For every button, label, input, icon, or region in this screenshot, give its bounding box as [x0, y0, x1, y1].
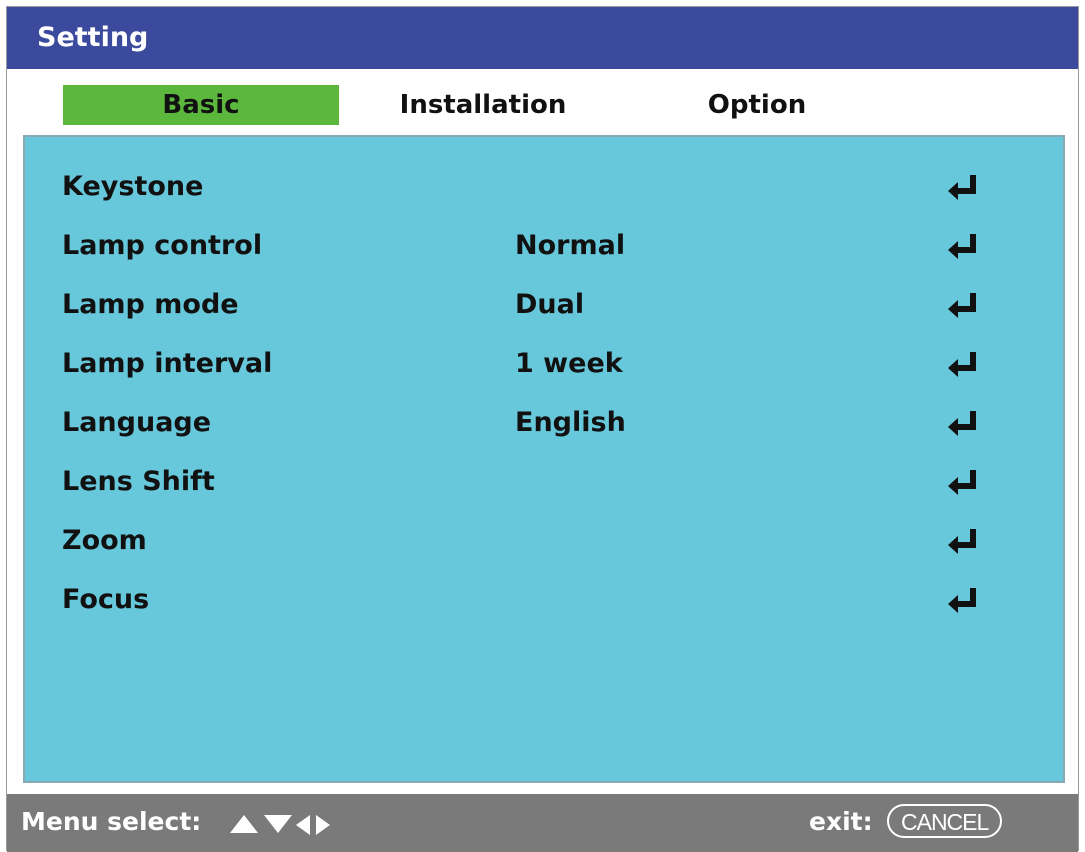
- cancel-button[interactable]: CANCEL: [887, 804, 1003, 838]
- footer-bar: Menu select: exit: CANCEL: [7, 794, 1078, 852]
- menu-item-value: 1 week: [515, 348, 623, 379]
- tab-basic[interactable]: Basic: [63, 85, 339, 125]
- menu-item-label: Language: [62, 407, 212, 438]
- menu-item-label: Lamp interval: [62, 348, 273, 379]
- menu-select-label: Menu select:: [21, 807, 202, 836]
- menu-item-lamp-control[interactable]: Lamp control Normal: [25, 218, 1063, 277]
- menu-item-label: Lens Shift: [62, 466, 215, 497]
- navigation-arrows: [230, 815, 330, 835]
- menu-item-keystone[interactable]: Keystone: [25, 159, 1063, 218]
- menu-item-language[interactable]: Language English: [25, 395, 1063, 454]
- enter-return-icon[interactable]: [945, 230, 981, 264]
- settings-window: Setting Basic Installation Option Keysto…: [6, 6, 1079, 852]
- menu-item-label: Zoom: [62, 525, 147, 556]
- menu-item-value: Normal: [515, 230, 626, 261]
- menu-item-lens-shift[interactable]: Lens Shift: [25, 454, 1063, 513]
- menu-item-lamp-mode[interactable]: Lamp mode Dual: [25, 277, 1063, 336]
- menu-item-zoom[interactable]: Zoom: [25, 513, 1063, 572]
- menu-item-label: Keystone: [62, 171, 204, 202]
- menu-item-lamp-interval[interactable]: Lamp interval 1 week: [25, 336, 1063, 395]
- menu-item-value: Dual: [515, 289, 585, 320]
- tab-installation[interactable]: Installation: [363, 85, 603, 125]
- enter-return-icon[interactable]: [945, 348, 981, 382]
- menu-item-label: Focus: [62, 584, 150, 615]
- menu-item-value: English: [515, 407, 626, 438]
- enter-return-icon[interactable]: [945, 584, 981, 618]
- window-title: Setting: [7, 7, 1078, 69]
- enter-return-icon[interactable]: [945, 171, 981, 205]
- menu-item-label: Lamp control: [62, 230, 263, 261]
- arrow-down-icon: [264, 815, 292, 833]
- tab-option[interactable]: Option: [647, 85, 867, 125]
- menu-item-focus[interactable]: Focus: [25, 572, 1063, 631]
- exit-label: exit:: [809, 807, 873, 836]
- menu-panel: Keystone Lamp control Normal Lamp mode D…: [23, 135, 1065, 783]
- menu-item-label: Lamp mode: [62, 289, 239, 320]
- enter-return-icon[interactable]: [945, 407, 981, 441]
- enter-return-icon[interactable]: [945, 466, 981, 500]
- tab-bar: Basic Installation Option: [7, 69, 1078, 139]
- arrow-left-icon: [296, 815, 310, 835]
- enter-return-icon[interactable]: [945, 525, 981, 559]
- arrow-up-icon: [230, 815, 258, 833]
- enter-return-icon[interactable]: [945, 289, 981, 323]
- arrow-right-icon: [316, 815, 330, 835]
